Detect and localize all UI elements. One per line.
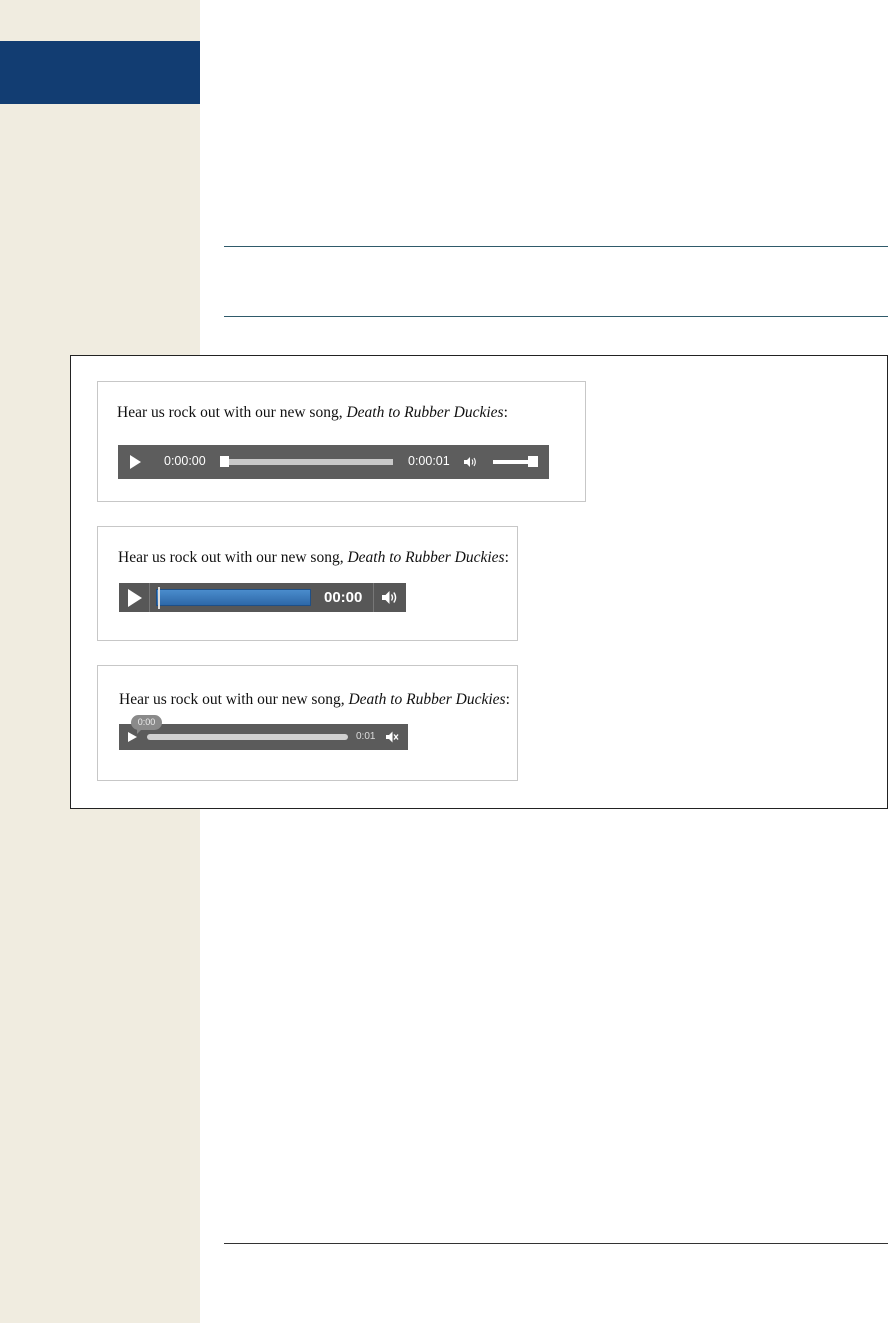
time-display: 00:00 (324, 589, 363, 606)
audio-player-1: 0:00:00 0:00:01 (118, 445, 549, 479)
duration: 0:01 (356, 731, 376, 742)
volume-icon[interactable] (381, 590, 398, 605)
figure-box: Hear us rock out with our new song, Deat… (70, 355, 888, 809)
volume-icon[interactable] (463, 456, 477, 468)
audio-player-3: 0:00 0:01 (119, 715, 408, 750)
song-title: Death to Rubber Duckies (348, 691, 506, 708)
volume-icon[interactable] (385, 730, 399, 744)
demo-panel-3: Hear us rock out with our new song, Deat… (97, 665, 518, 781)
sidebar-tab-marker (0, 41, 200, 104)
caption-suffix: : (504, 549, 509, 566)
audio-player-2: 00:00 (119, 583, 406, 612)
caption-2: Hear us rock out with our new song, Deat… (118, 549, 509, 567)
seek-bar[interactable] (147, 734, 348, 740)
seek-bar[interactable] (220, 459, 393, 465)
progress-bar[interactable] (156, 589, 311, 606)
footer-rule (224, 1243, 888, 1244)
seek-cursor[interactable] (158, 587, 160, 609)
caption-suffix: : (503, 404, 508, 421)
play-icon[interactable] (130, 455, 141, 469)
caption-text: Hear us rock out with our new song, (119, 691, 349, 708)
play-icon[interactable] (128, 732, 137, 742)
header-rule-bottom (224, 316, 888, 317)
header-rule-top (224, 246, 888, 247)
play-icon[interactable] (128, 589, 142, 607)
current-time: 0:00:00 (164, 454, 206, 468)
caption-text: Hear us rock out with our new song, (118, 549, 348, 566)
time-tooltip: 0:00 (131, 715, 162, 734)
caption-3: Hear us rock out with our new song, Deat… (119, 691, 510, 709)
divider (373, 583, 374, 612)
demo-panel-1: Hear us rock out with our new song, Deat… (97, 381, 586, 502)
caption-suffix: : (505, 691, 510, 708)
caption-1: Hear us rock out with our new song, Deat… (117, 404, 508, 422)
volume-thumb[interactable] (528, 456, 538, 467)
seek-thumb[interactable] (220, 456, 229, 467)
caption-text: Hear us rock out with our new song, (117, 404, 347, 421)
divider (149, 583, 150, 612)
demo-panel-2: Hear us rock out with our new song, Deat… (97, 526, 518, 641)
song-title: Death to Rubber Duckies (346, 404, 504, 421)
song-title: Death to Rubber Duckies (347, 549, 505, 566)
duration: 0:00:01 (408, 454, 450, 468)
